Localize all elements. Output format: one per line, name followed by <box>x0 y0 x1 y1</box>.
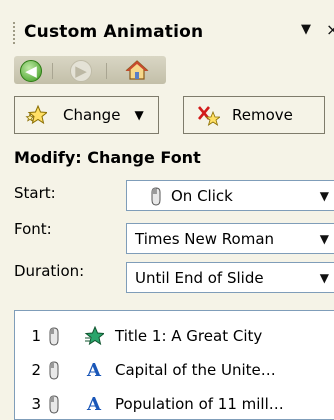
duration-value: Until End of Slide <box>135 268 264 287</box>
mouse-click-icon <box>49 395 59 414</box>
star-effect-icon <box>83 326 105 346</box>
list-item[interactable]: 2 A Capital of the Unite… <box>15 355 334 385</box>
font-change-icon: A <box>87 359 101 381</box>
chevron-down-icon[interactable]: ▼ <box>320 271 329 285</box>
animation-item-label: Capital of the Unite… <box>115 361 276 379</box>
add-effect-star-icon <box>25 104 47 125</box>
nav-separator <box>52 63 53 79</box>
remove-button-label: Remove <box>232 106 293 124</box>
start-value: On Click <box>171 186 233 205</box>
duration-label: Duration: <box>14 262 85 280</box>
task-pane-menu-button[interactable]: ▼ <box>301 22 311 37</box>
remove-x-icon <box>198 106 220 126</box>
start-dropdown[interactable]: On Click ▼ <box>126 180 334 211</box>
order-number: 3 <box>31 395 41 413</box>
font-label: Font: <box>14 220 52 238</box>
chevron-down-icon[interactable]: ▼ <box>320 189 329 203</box>
chevron-down-icon[interactable]: ▼ <box>320 232 329 246</box>
order-number: 2 <box>31 361 41 379</box>
mouse-click-icon <box>151 186 161 206</box>
animation-order-list[interactable]: 1 Title 1: A Great City 2 A Capital of t… <box>14 310 334 420</box>
task-pane-navbar: ◀ ▶ <box>14 56 166 84</box>
list-item[interactable]: 1 Title 1: A Great City <box>15 321 334 351</box>
drag-grip[interactable] <box>13 22 16 44</box>
close-pane-button[interactable]: × <box>326 20 334 39</box>
animation-item-label: Title 1: A Great City <box>115 327 263 345</box>
mouse-click-icon <box>49 361 59 380</box>
change-effect-button[interactable]: Change ▼ <box>14 96 159 134</box>
modify-section-header: Modify: Change Font <box>14 148 201 167</box>
home-icon <box>125 60 149 80</box>
home-button[interactable] <box>125 59 149 81</box>
remove-effect-button[interactable]: Remove <box>183 96 325 134</box>
font-change-icon: A <box>87 393 101 415</box>
back-button[interactable]: ◀ <box>20 60 42 82</box>
task-pane-title: Custom Animation <box>24 22 204 42</box>
duration-dropdown[interactable]: Until End of Slide ▼ <box>126 262 334 293</box>
forward-arrow-icon: ▶ <box>75 62 87 80</box>
font-dropdown[interactable]: Times New Roman ▼ <box>126 223 334 254</box>
nav-separator <box>106 63 107 79</box>
start-label: Start: <box>14 184 56 202</box>
font-value: Times New Roman <box>135 229 275 248</box>
animation-item-label: Population of 11 mill… <box>115 395 284 413</box>
chevron-down-icon: ▼ <box>134 108 144 122</box>
forward-button[interactable]: ▶ <box>70 60 92 82</box>
back-arrow-icon: ◀ <box>25 62 37 80</box>
list-item[interactable]: 3 A Population of 11 mill… <box>15 389 334 419</box>
task-pane-titlebar: Custom Animation ▼ × <box>0 0 334 54</box>
order-number: 1 <box>31 327 41 345</box>
change-button-label: Change <box>63 106 121 124</box>
mouse-click-icon <box>49 327 59 346</box>
